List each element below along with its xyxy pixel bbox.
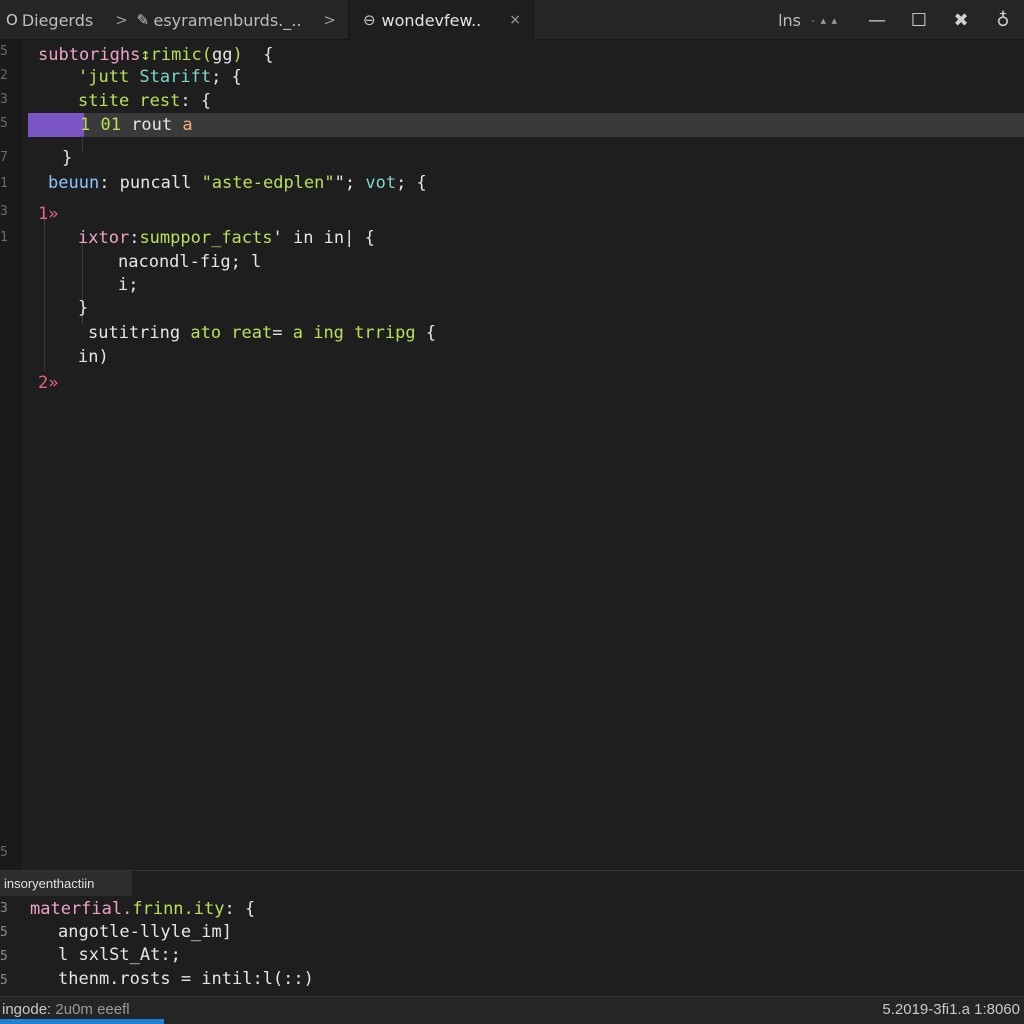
- status-encoding[interactable]: ingode: 2u0m eeefl: [2, 1001, 130, 1018]
- window-controls: lns - ▴ ▴ — ☐ ✖ ♁: [778, 0, 1024, 40]
- close-tab-icon[interactable]: ×: [509, 12, 521, 28]
- code-line: }: [78, 296, 88, 320]
- tab-label: Diegerds: [21, 10, 94, 30]
- code-line: nacondl-fig; l: [118, 250, 261, 274]
- tab-label: wondevfew..: [381, 10, 482, 30]
- code-token: rout: [131, 115, 183, 135]
- code-token: : {: [180, 91, 212, 111]
- code-token: :: [129, 228, 140, 248]
- code-line: stite rest: {: [78, 89, 211, 113]
- code-token: :: [99, 173, 120, 193]
- code-token: puncall: [119, 173, 202, 193]
- code-token: 1»: [38, 204, 59, 224]
- status-position[interactable]: 5.2019-3fi1.a 1:8060: [882, 1001, 1020, 1018]
- code-token: a ing trripg: [292, 323, 416, 343]
- code-token: thenm.rosts = intil:l(::): [58, 969, 314, 989]
- code-token: "aste-edplen": [201, 173, 335, 193]
- code-line: beuun: puncall "aste-edplen""; vot; {: [48, 171, 427, 195]
- code-token: vot: [365, 173, 397, 193]
- code-token: stite rest: [78, 91, 181, 111]
- line-number: 3: [0, 901, 8, 916]
- code-token: sumppor_facts: [139, 228, 273, 248]
- line-number: 5: [0, 925, 8, 940]
- status-value: 2u0m eeefl: [55, 1001, 130, 1018]
- code-token: 'jutt: [78, 67, 140, 87]
- circle-icon: O: [6, 11, 18, 29]
- code-line: subtorighs↕rimic(gg) {: [38, 43, 273, 67]
- code-line: sutitring ato reat= a ing trripg {: [88, 321, 436, 345]
- tab-diegerds[interactable]: O Diegerds >: [0, 0, 130, 40]
- mode-extra-icon: - ▴ ▴: [810, 13, 838, 27]
- code-token: angotle-llyle_im]: [58, 922, 232, 942]
- account-icon[interactable]: ♁: [982, 0, 1024, 40]
- progress-bar: [0, 1019, 164, 1024]
- output-panel[interactable]: 3 5 5 5 materfial.frinn.ity: { angotle-l…: [0, 896, 1024, 996]
- code-line: ixtor:sumppor_facts' in in| {: [78, 226, 375, 250]
- close-window-icon[interactable]: ✖: [940, 0, 982, 40]
- code-token: nacondl-fig; l: [118, 252, 262, 272]
- code-area[interactable]: subtorighs↕rimic(gg) { 'jutt Starift; { …: [0, 40, 1024, 870]
- code-token: ";: [334, 173, 366, 193]
- code-line: 1 01 rout a: [80, 113, 193, 137]
- code-token: in): [78, 347, 109, 367]
- code-token: a: [182, 115, 193, 135]
- tab-esyramenburds[interactable]: ✎ esyramenburds._.. >: [130, 0, 348, 40]
- panel-code-line: angotle-llyle_im]: [58, 920, 232, 944]
- code-token: gg: [212, 45, 233, 65]
- code-line: 1»: [38, 202, 58, 226]
- code-token: materfial.: [30, 899, 133, 919]
- code-token: 1 01: [80, 115, 132, 135]
- code-line: in): [78, 345, 109, 369]
- code-token: 2»: [38, 373, 59, 393]
- maximize-icon[interactable]: ☐: [898, 0, 940, 40]
- code-token: }: [62, 148, 73, 168]
- code-token: ): [232, 45, 264, 65]
- code-line: i;: [118, 273, 138, 297]
- code-token: ' in in| {: [272, 228, 375, 248]
- line-number: 5: [0, 973, 8, 988]
- code-token: frinn.ity: [132, 899, 225, 919]
- code-token: =: [272, 323, 293, 343]
- input-mode-indicator[interactable]: lns: [778, 11, 801, 30]
- breadcrumb-chevron-icon: >: [115, 11, 128, 29]
- code-token: subtorighs: [38, 45, 141, 65]
- code-token: sutitring: [88, 323, 191, 343]
- code-token: : {: [224, 899, 256, 919]
- eye-icon: ⊖: [362, 11, 376, 29]
- code-token: {: [263, 45, 274, 65]
- tab-bar: O Diegerds > ✎ esyramenburds._.. > ⊖ won…: [0, 0, 1024, 40]
- code-token: ixtor: [78, 228, 130, 248]
- code-token: i;: [118, 275, 139, 295]
- panel-code-line: materfial.frinn.ity: {: [30, 897, 255, 921]
- code-token: {: [415, 323, 437, 343]
- tab-label: esyramenburds._..: [153, 10, 302, 30]
- panel-tab[interactable]: insoryenthactiin: [0, 871, 132, 897]
- code-line: 'jutt Starift; {: [78, 65, 242, 89]
- code-token: }: [78, 298, 89, 318]
- pencil-icon: ✎: [136, 11, 150, 29]
- minimize-icon[interactable]: —: [856, 0, 898, 40]
- tab-wondevfew[interactable]: ⊖ wondevfew.. ×: [348, 0, 534, 40]
- code-token: ato reat: [190, 323, 273, 343]
- status-label: ingode:: [2, 1001, 52, 1018]
- panel-code-line: l sxlSt_At:;: [58, 943, 181, 967]
- line-number: 5: [0, 949, 8, 964]
- code-token: l sxlSt_At:;: [58, 945, 181, 965]
- code-line: }: [62, 146, 72, 170]
- code-token: ↕rimic(: [140, 45, 213, 65]
- code-token: ; {: [396, 173, 427, 193]
- code-token: Starift: [139, 67, 212, 87]
- panel-code-line: thenm.rosts = intil:l(::): [58, 967, 314, 991]
- breadcrumb-chevron-icon: >: [323, 11, 336, 29]
- code-token: ; {: [211, 67, 242, 87]
- panel-header: insoryenthactiin: [0, 870, 1024, 897]
- code-line: 2»: [38, 371, 58, 395]
- code-editor[interactable]: 5 2 3 5 7 1 3 1 5 subtorighs↕rimic(gg) {…: [0, 40, 1024, 870]
- code-token: beuun: [48, 173, 100, 193]
